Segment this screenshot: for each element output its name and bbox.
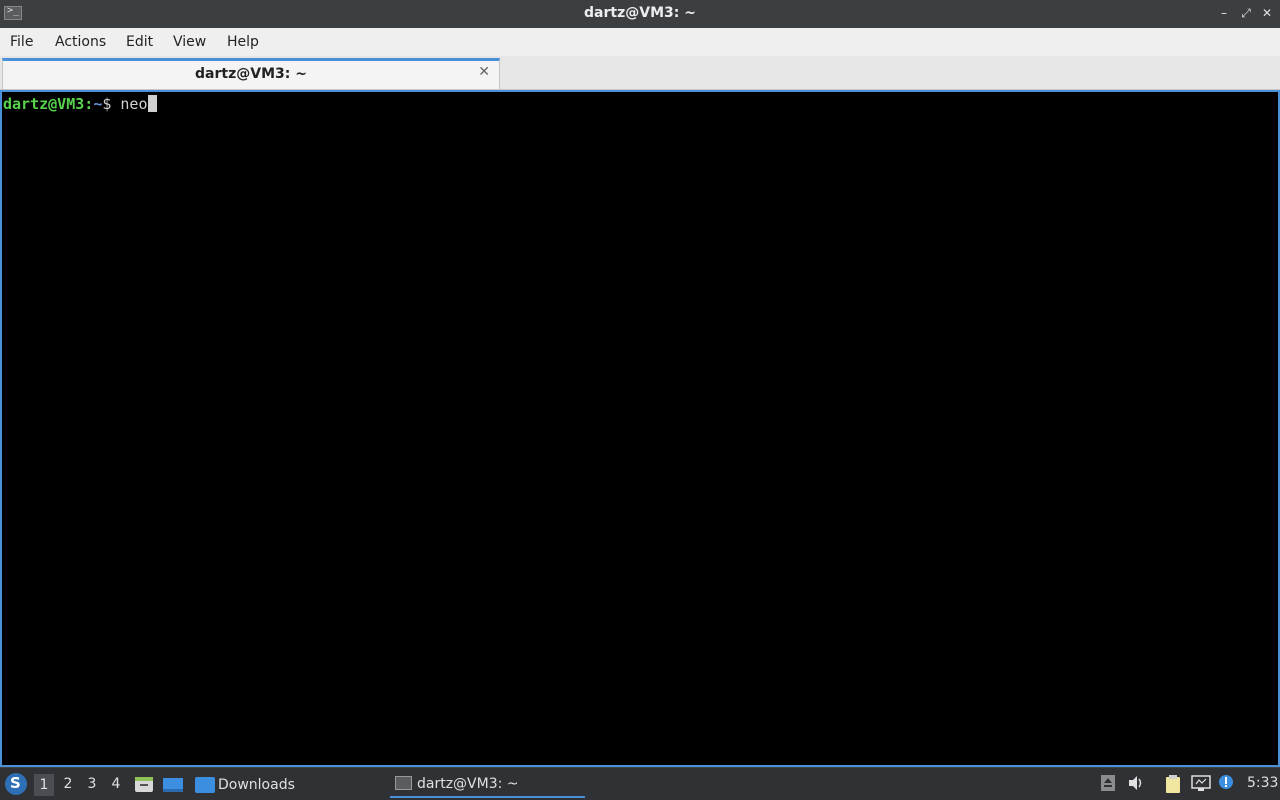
maximize-button[interactable]: ⤢ bbox=[1238, 5, 1254, 21]
workspace-3[interactable]: 3 bbox=[82, 776, 102, 796]
menu-view[interactable]: View bbox=[173, 34, 206, 50]
workspace-4[interactable]: 4 bbox=[106, 776, 126, 796]
task-downloads[interactable]: Downloads bbox=[192, 771, 382, 798]
folder-icon bbox=[195, 777, 215, 793]
tab-label: dartz@VM3: ~ bbox=[195, 66, 307, 82]
notification-icon[interactable] bbox=[1218, 774, 1236, 792]
minimize-button[interactable]: – bbox=[1216, 5, 1232, 21]
menu-help[interactable]: Help bbox=[227, 34, 259, 50]
prompt-separator: : bbox=[84, 95, 94, 113]
text-cursor bbox=[147, 95, 157, 112]
menu-file[interactable]: File bbox=[10, 34, 33, 50]
menu-edit[interactable]: Edit bbox=[126, 34, 153, 50]
terminal-area[interactable]: dartz@VM3:~$ neo bbox=[0, 90, 1280, 767]
lxqt-start-icon[interactable]: S bbox=[5, 773, 27, 795]
menubar: File Actions Edit View Help bbox=[0, 28, 1280, 56]
window-title: dartz@VM3: ~ bbox=[584, 5, 696, 21]
prompt-path: ~ bbox=[93, 95, 103, 113]
file-manager-icon[interactable] bbox=[134, 775, 154, 793]
prompt-symbol: $ bbox=[102, 95, 112, 113]
taskbar: S 1 2 3 4 Downloads dartz@VM3: ~ 5:33 bbox=[0, 767, 1280, 800]
task-terminal[interactable]: dartz@VM3: ~ bbox=[390, 771, 585, 798]
window-titlebar: >_ dartz@VM3: ~ – ⤢ ✕ bbox=[0, 0, 1280, 28]
task-downloads-label: Downloads bbox=[218, 777, 295, 793]
clock[interactable]: 5:33 bbox=[1247, 775, 1278, 791]
workspace-1[interactable]: 1 bbox=[34, 774, 54, 796]
close-button[interactable]: ✕ bbox=[1259, 5, 1275, 21]
typed-command: neo bbox=[120, 95, 148, 113]
clipboard-icon[interactable] bbox=[1164, 774, 1182, 793]
tab-close-icon[interactable]: ✕ bbox=[478, 64, 490, 80]
tab-bar: dartz@VM3: ~ ✕ bbox=[0, 56, 1280, 90]
desktop-icon[interactable] bbox=[162, 775, 183, 793]
menu-actions[interactable]: Actions bbox=[55, 34, 106, 50]
prompt-user: dartz@VM3 bbox=[3, 95, 85, 113]
eject-icon[interactable] bbox=[1099, 774, 1117, 792]
network-icon[interactable] bbox=[1191, 774, 1211, 792]
task-terminal-label: dartz@VM3: ~ bbox=[417, 776, 519, 792]
volume-icon[interactable] bbox=[1127, 774, 1145, 792]
tab-terminal[interactable]: dartz@VM3: ~ ✕ bbox=[2, 58, 500, 89]
prompt-line: dartz@VM3:~$ neo bbox=[3, 95, 157, 113]
terminal-icon bbox=[395, 776, 412, 790]
workspace-2[interactable]: 2 bbox=[58, 776, 78, 796]
